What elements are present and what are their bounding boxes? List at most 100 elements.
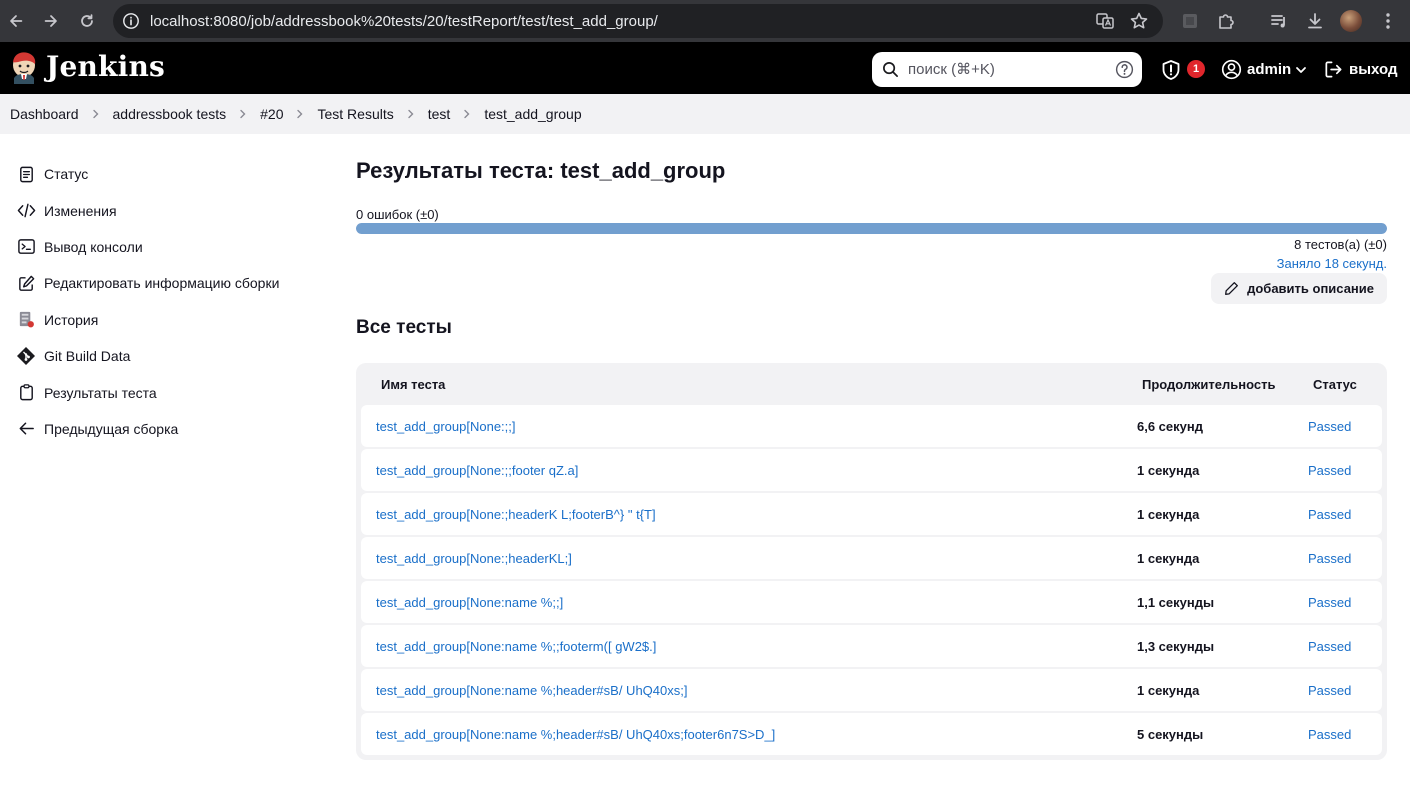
test-status-link[interactable]: Passed	[1308, 463, 1351, 478]
sidebar-item-console[interactable]: Вывод консоли	[16, 229, 316, 265]
add-description-label: добавить описание	[1247, 281, 1374, 296]
sidebar-item-label: Git Build Data	[44, 348, 131, 365]
jenkins-brand[interactable]: Jenkins	[46, 50, 165, 83]
breadcrumb: Dashboard addressbook tests #20 Test Res…	[0, 94, 1410, 134]
duration-link[interactable]: Заняло 18 секунд.	[1277, 256, 1387, 271]
forward-arrow-icon[interactable]	[40, 10, 62, 32]
breadcrumb-current[interactable]: test_add_group	[484, 106, 581, 122]
chevron-right-icon	[406, 109, 416, 119]
table-row: test_add_group[None:;headerKL;] 1 секунд…	[361, 537, 1382, 579]
profile-avatar[interactable]	[1340, 10, 1362, 32]
extension-tile-icon[interactable]	[1180, 11, 1200, 31]
url-text[interactable]: localhost:8080/job/addressbook%20tests/2…	[150, 13, 658, 30]
history-icon	[16, 310, 36, 330]
test-name-link[interactable]: test_add_group[None:name %;header#sB/ Uh…	[376, 683, 687, 698]
sidebar-item-label: Результаты теста	[44, 384, 157, 401]
edit-icon	[16, 273, 36, 293]
test-name-link[interactable]: test_add_group[None:name %;;]	[376, 595, 563, 610]
browser-menu-icon[interactable]	[1378, 11, 1398, 31]
security-shield-icon[interactable]	[1160, 59, 1182, 81]
address-bar[interactable]: localhost:8080/job/addressbook%20tests/2…	[113, 4, 1163, 38]
sidebar-item-history[interactable]: История	[16, 302, 316, 338]
site-info-icon[interactable]	[122, 12, 140, 30]
test-name-link[interactable]: test_add_group[None:;headerK L;footerB^}…	[376, 507, 656, 522]
sidebar-item-test-results[interactable]: Результаты теста	[16, 374, 316, 410]
jenkins-header: Jenkins 1 admin выход	[0, 42, 1410, 94]
table-row: test_add_group[None:name %;;footerm([ gW…	[361, 625, 1382, 667]
test-duration: 5 секунды	[1137, 727, 1204, 742]
help-question-icon[interactable]	[1115, 60, 1134, 79]
test-status-link[interactable]: Passed	[1308, 551, 1351, 566]
breadcrumb-package[interactable]: test	[428, 106, 451, 122]
column-header-duration[interactable]: Продолжительность	[1142, 377, 1275, 392]
security-badge[interactable]: 1	[1187, 60, 1205, 78]
test-duration: 1,3 секунды	[1137, 639, 1215, 654]
user-icon[interactable]	[1221, 59, 1242, 80]
test-status-link[interactable]: Passed	[1308, 507, 1351, 522]
test-status-link[interactable]: Passed	[1308, 595, 1351, 610]
chevron-right-icon	[238, 109, 248, 119]
table-row: test_add_group[None:;;footer qZ.a] 1 сек…	[361, 449, 1382, 491]
sidebar-item-git-build-data[interactable]: Git Build Data	[16, 338, 316, 374]
git-icon	[16, 346, 36, 366]
column-header-test-name[interactable]: Имя теста	[381, 377, 445, 392]
search-icon	[882, 61, 899, 78]
search-input[interactable]	[908, 52, 1108, 87]
column-header-status[interactable]: Статус	[1313, 377, 1357, 392]
chevron-right-icon	[462, 109, 472, 119]
test-name-link[interactable]: test_add_group[None:;headerKL;]	[376, 551, 572, 566]
logout-icon[interactable]	[1323, 59, 1344, 80]
jenkins-logo-icon[interactable]	[9, 50, 39, 86]
sidebar-item-status[interactable]: Статус	[16, 156, 316, 192]
tests-table: Имя теста Продолжительность Статус test_…	[356, 363, 1387, 760]
test-name-link[interactable]: test_add_group[None:name %;header#sB/ Uh…	[376, 727, 775, 742]
test-name-link[interactable]: test_add_group[None:;;]	[376, 419, 516, 434]
breadcrumb-job[interactable]: addressbook tests	[113, 106, 227, 122]
test-status-link[interactable]: Passed	[1308, 419, 1351, 434]
test-status-link[interactable]: Passed	[1308, 639, 1351, 654]
chevron-down-icon[interactable]	[1294, 63, 1308, 77]
test-progress-bar	[356, 223, 1387, 234]
test-status-link[interactable]: Passed	[1308, 727, 1351, 742]
test-name-link[interactable]: test_add_group[None:name %;;footerm([ gW…	[376, 639, 656, 654]
logout-link[interactable]: выход	[1349, 61, 1398, 78]
back-arrow-icon[interactable]	[5, 10, 27, 32]
pencil-icon	[1224, 281, 1239, 296]
chevron-right-icon	[91, 109, 101, 119]
test-duration: 1 секунда	[1137, 463, 1200, 478]
table-row: test_add_group[None:name %;;] 1,1 секунд…	[361, 581, 1382, 623]
sidebar-item-edit-build-info[interactable]: Редактировать информацию сборки	[16, 265, 316, 301]
browser-toolbar: localhost:8080/job/addressbook%20tests/2…	[0, 0, 1410, 42]
breadcrumb-build[interactable]: #20	[260, 106, 283, 122]
arrow-left-icon	[16, 419, 36, 439]
breadcrumb-test-results[interactable]: Test Results	[317, 106, 393, 122]
sidebar-item-changes[interactable]: Изменения	[16, 192, 316, 228]
table-row: test_add_group[None:name %;header#sB/ Uh…	[361, 669, 1382, 711]
table-header: Имя теста Продолжительность Статус	[361, 363, 1382, 405]
reload-icon[interactable]	[76, 10, 98, 32]
test-duration: 6,6 секунд	[1137, 419, 1203, 434]
test-status-link[interactable]: Passed	[1308, 683, 1351, 698]
breadcrumb-dashboard[interactable]: Dashboard	[10, 106, 79, 122]
test-duration: 1 секунда	[1137, 551, 1200, 566]
bookmark-star-icon[interactable]	[1129, 11, 1149, 31]
search-box	[872, 52, 1142, 87]
test-duration: 1,1 секунды	[1137, 595, 1215, 610]
extensions-puzzle-icon[interactable]	[1216, 11, 1236, 31]
sidebar-item-previous-build[interactable]: Предыдущая сборка	[16, 411, 316, 447]
translate-icon[interactable]	[1095, 11, 1115, 31]
terminal-icon	[16, 237, 36, 257]
sidebar: Статус Изменения Вывод консоли Редактиро…	[16, 156, 316, 447]
test-name-link[interactable]: test_add_group[None:;;footer qZ.a]	[376, 463, 578, 478]
add-description-button[interactable]: добавить описание	[1211, 273, 1387, 304]
clipboard-icon	[16, 383, 36, 403]
sidebar-item-label: Предыдущая сборка	[44, 420, 179, 437]
sidebar-item-label: Редактировать информацию сборки	[44, 275, 280, 292]
download-icon[interactable]	[1305, 11, 1325, 31]
username-menu[interactable]: admin	[1247, 61, 1291, 78]
status-icon	[16, 164, 36, 184]
page-title: Результаты теста: test_add_group	[356, 158, 726, 183]
sidebar-item-label: История	[44, 311, 99, 328]
media-queue-icon[interactable]	[1269, 11, 1289, 31]
code-icon	[16, 201, 36, 221]
